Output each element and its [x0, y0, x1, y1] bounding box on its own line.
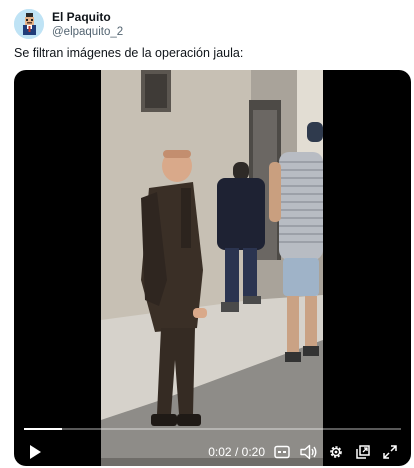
duration: 0:20 — [241, 445, 265, 459]
author-handle[interactable]: @elpaquito_2 — [52, 25, 123, 39]
volume-icon — [300, 444, 317, 460]
tweet-header: El Paquito @elpaquito_2 — [14, 6, 123, 42]
progress-bar[interactable] — [24, 428, 401, 430]
time-separator: / — [234, 445, 239, 459]
tweet-card: El Paquito @elpaquito_2 Se filtran imáge… — [0, 0, 414, 468]
player-controls: 0:02 / 0:20 — [14, 438, 411, 466]
avatar[interactable] — [14, 9, 44, 39]
video-frame[interactable] — [101, 70, 323, 466]
settings-button[interactable] — [325, 441, 347, 463]
author-name[interactable]: El Paquito — [52, 10, 123, 25]
right-controls — [271, 441, 401, 463]
captions-button[interactable] — [271, 441, 293, 463]
video-player[interactable]: 0:02 / 0:20 — [14, 70, 411, 466]
captions-icon — [274, 445, 290, 459]
current-time: 0:02 — [208, 445, 232, 459]
time-display: 0:02 / 0:20 — [208, 445, 265, 459]
avatar-icon — [14, 9, 44, 39]
video-still — [101, 70, 323, 466]
volume-button[interactable] — [298, 441, 320, 463]
fullscreen-button[interactable] — [379, 441, 401, 463]
popout-icon — [356, 445, 370, 459]
author-block: El Paquito @elpaquito_2 — [52, 10, 123, 39]
popout-button[interactable] — [352, 441, 374, 463]
gear-icon — [330, 446, 342, 458]
play-button[interactable] — [24, 441, 46, 463]
progress-fill — [24, 428, 62, 430]
fullscreen-icon — [383, 445, 397, 459]
play-icon — [30, 445, 41, 459]
tweet-text: Se filtran imágenes de la operación jaul… — [14, 46, 244, 60]
